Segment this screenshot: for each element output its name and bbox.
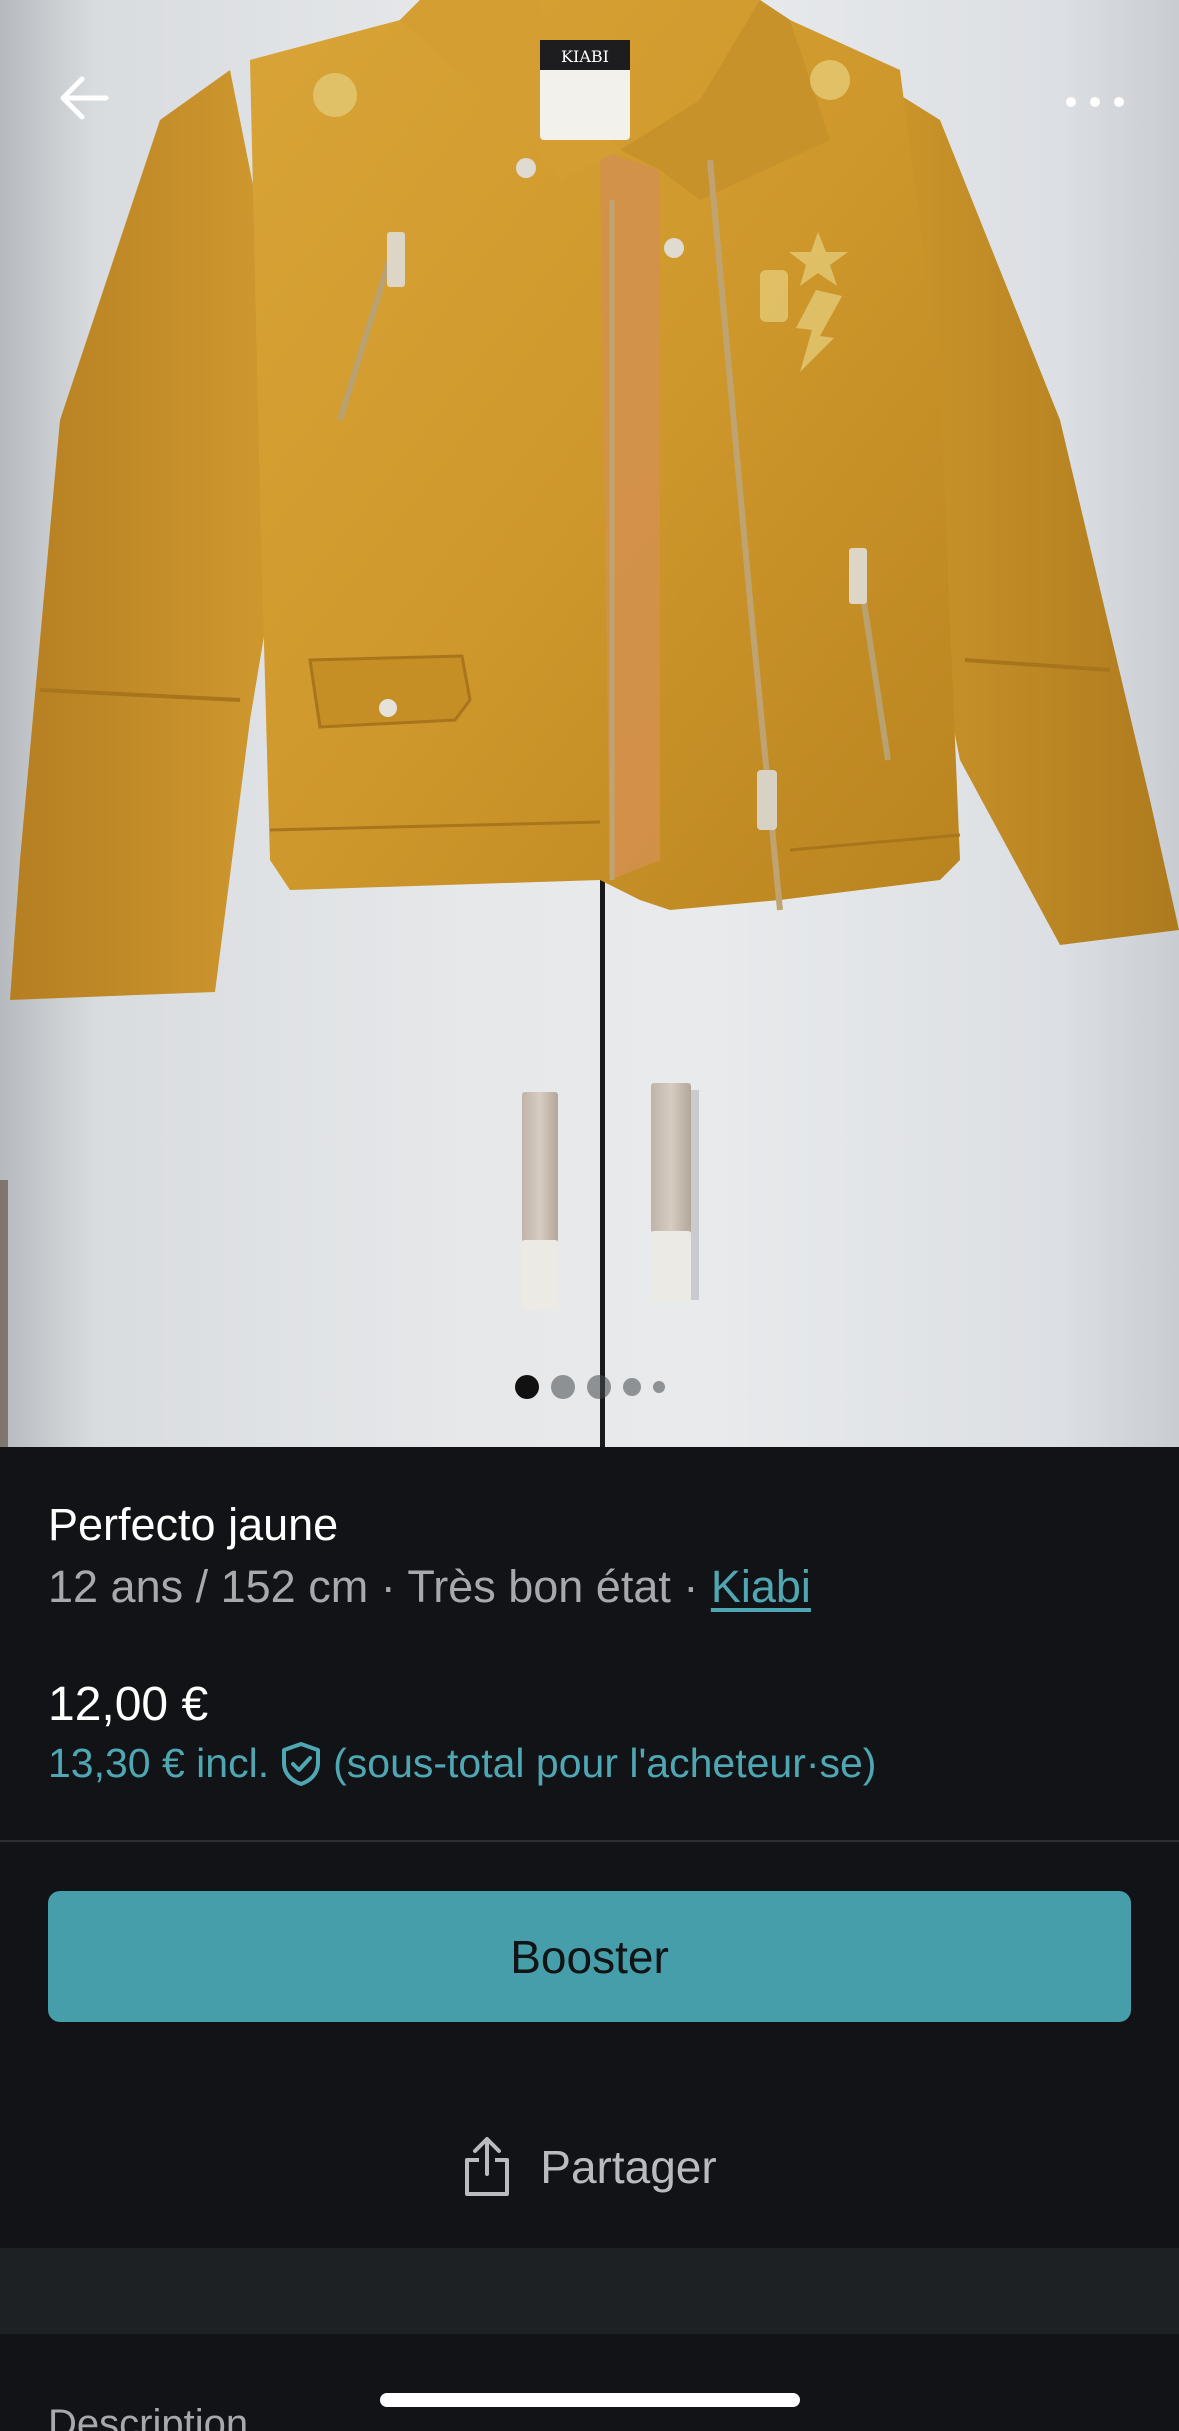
item-attributes: 12 ans / 152 cm · Très bon état · Kiabi [48,1561,811,1612]
brand-link[interactable]: Kiabi [711,1561,811,1612]
arrow-left-icon [60,76,109,120]
divider [0,1840,1179,1842]
back-button[interactable] [48,62,120,134]
kiabi-label-tag: KIABI [561,47,609,66]
pager-dot[interactable] [586,1375,611,1399]
pager-dot[interactable] [514,1375,539,1399]
item-condition: Très bon état [407,1561,671,1612]
photo-pager[interactable] [0,1373,1179,1401]
share-button[interactable]: Partager [0,2127,1179,2207]
item-size: 12 ans / 152 cm [48,1561,369,1612]
share-upload-icon [465,2137,510,2196]
price-incl: 13,30 € incl. [48,1740,270,1786]
more-options-button[interactable] [1050,72,1140,132]
jacket-photo: KIABI [0,0,1179,1447]
section-separator [0,2248,1179,2334]
booster-button[interactable]: Booster [48,1891,1131,2022]
price-incl-note: (sous-total pour l'acheteur·se) [333,1740,877,1786]
buyer-price-info[interactable]: 13,30 € incl. (sous-total pour l'acheteu… [48,1740,876,1787]
item-photo-gallery[interactable]: KIABI [0,0,1179,1447]
more-horizontal-icon [1066,97,1076,107]
home-indicator[interactable] [380,2393,800,2407]
pager-dot[interactable] [550,1375,575,1399]
pager-dot[interactable] [622,1378,641,1396]
item-title: Perfecto jaune [48,1499,339,1550]
item-price: 12,00 € [48,1678,209,1731]
share-label: Partager [540,2141,717,2193]
shield-check-icon [282,1741,321,1786]
description-heading: Description [48,2402,249,2431]
pager-dot[interactable] [652,1381,665,1393]
